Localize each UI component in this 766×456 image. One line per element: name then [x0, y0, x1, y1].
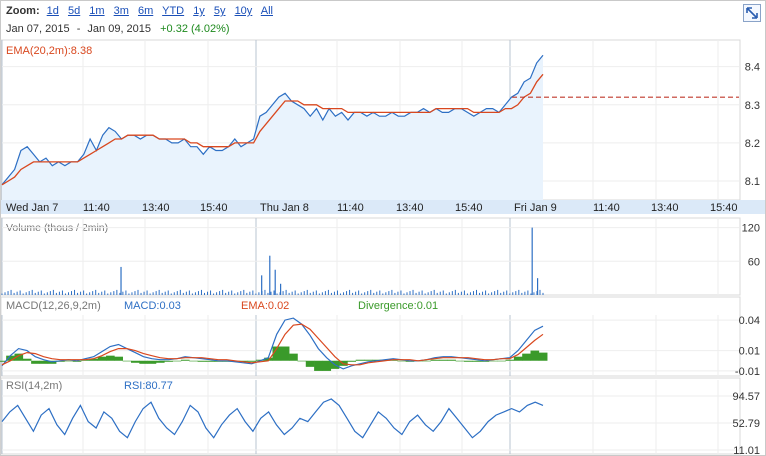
divergence-bar	[438, 359, 448, 361]
divergence-bar	[455, 360, 465, 362]
macd-value-label: MACD:0.03	[124, 300, 181, 312]
divergence-bar	[197, 360, 207, 362]
divergence-bar	[472, 360, 481, 362]
divergence-bar	[39, 360, 49, 364]
price-yticks-label: 8.1	[745, 176, 760, 188]
rsi-title: RSI(14,2m)	[6, 380, 62, 392]
rsi-yticks-label: 52.79	[732, 418, 760, 430]
divergence-bar	[430, 359, 440, 361]
macd-divergence-label: Divergence:0.01	[358, 300, 438, 312]
time-axis-label: 11:40	[337, 202, 364, 214]
divergence-bar	[289, 353, 298, 361]
time-axis-label: 13:40	[651, 202, 679, 214]
macd-yticks-label: 0.04	[739, 315, 760, 327]
macd-yticks-label: 0.01	[739, 346, 760, 358]
divergence-bar	[488, 360, 498, 362]
divergence-bar	[364, 359, 373, 361]
divergence-bar	[347, 360, 357, 362]
divergence-bar	[297, 360, 307, 362]
time-axis-label: 13:40	[396, 202, 424, 214]
rsi-yticks-label: 11.01	[733, 445, 760, 456]
divergence-bar	[155, 360, 165, 363]
divergence-bar	[513, 356, 523, 361]
macd-yticks-label: -0.01	[735, 366, 760, 378]
volume-panel: Volume (thous / 2min) 12060	[0, 217, 760, 296]
divergence-bar	[131, 360, 140, 363]
charts-svg: EMA(20,2m):8.38 8.1 8.2 8.3 8.4 Wed Jan 7 11…	[0, 39, 765, 456]
divergence-bar	[463, 360, 473, 362]
vol-yticks-label: 120	[742, 223, 760, 235]
price-panel: EMA(20,2m):8.38 8.1 8.2 8.3 8.4 Wed Jan 7 11…	[0, 39, 765, 214]
ema-label: EMA(20,2m):8.38	[6, 45, 92, 57]
divergence-bar	[522, 353, 531, 361]
divergence-bar	[114, 356, 123, 361]
macd-title: MACD(12,26,9,2m)	[6, 300, 101, 312]
divergence-bar	[64, 360, 74, 362]
divergence-bar	[172, 360, 182, 362]
divergence-bar	[31, 360, 40, 364]
time-axis-label: 13:40	[142, 202, 170, 214]
divergence-bar	[497, 360, 506, 362]
divergence-bar	[164, 360, 173, 362]
time-axis-label: 15:40	[455, 202, 483, 214]
rsi-value-label: RSI:80.77	[124, 380, 173, 392]
rsi-yticks-label: 94.57	[732, 391, 760, 403]
divergence-bar	[447, 359, 456, 361]
divergence-bar	[147, 360, 157, 364]
time-axis-label: Thu Jan 8	[260, 202, 309, 214]
price-yticks-label: 8.3	[745, 100, 760, 112]
divergence-bar	[22, 358, 32, 361]
divergence-bar	[538, 352, 548, 361]
vol-yticks-label: 60	[748, 256, 760, 268]
macd-panel: MACD(12,26,9,2m) MACD:0.03 EMA:0.02 Dive…	[0, 296, 760, 378]
divergence-bar	[189, 360, 198, 362]
price-yticks-label: 8.2	[745, 138, 760, 150]
divergence-bar	[280, 346, 290, 361]
macd-ema-label: EMA:0.02	[241, 300, 289, 312]
price-yticks-label: 8.4	[745, 62, 760, 74]
divergence-bar	[205, 360, 215, 362]
divergence-bar	[139, 360, 148, 364]
divergence-bar	[322, 360, 332, 371]
divergence-bar	[355, 359, 365, 361]
time-axis-label: 11:40	[593, 202, 620, 214]
time-axis-label: 15:40	[200, 202, 228, 214]
divergence-bar	[530, 350, 540, 361]
divergence-bar	[305, 360, 315, 367]
time-axis-label: 11:40	[83, 202, 110, 214]
divergence-bar	[397, 360, 406, 362]
divergence-bar	[314, 360, 323, 371]
divergence-bar	[122, 360, 132, 362]
divergence-bar	[247, 360, 257, 362]
divergence-bar	[505, 359, 515, 361]
divergence-bar	[106, 355, 115, 361]
rsi-panel: RSI(14,2m) RSI:80.77 94.57 52.79 11.01	[0, 377, 760, 456]
divergence-bar	[180, 359, 190, 361]
divergence-bar	[422, 360, 431, 362]
time-axis-label: 15:40	[710, 202, 738, 214]
time-axis-label: Wed Jan 7	[6, 202, 58, 214]
time-axis-label: Fri Jan 9	[514, 202, 557, 214]
